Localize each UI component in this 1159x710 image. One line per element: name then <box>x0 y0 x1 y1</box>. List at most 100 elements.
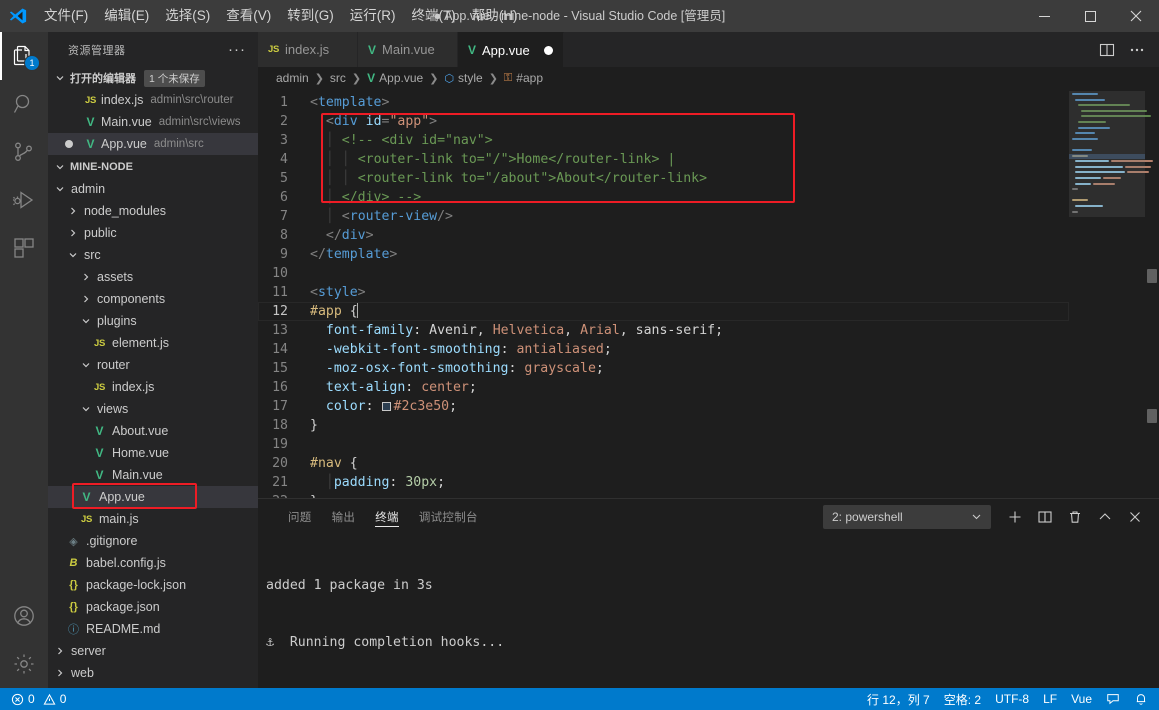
breadcrumb-label: App.vue <box>379 71 424 85</box>
minimize-button[interactable] <box>1021 0 1067 32</box>
close-panel-icon[interactable] <box>1121 503 1149 531</box>
workspace-header[interactable]: MINE-NODE <box>48 156 258 178</box>
open-editors-label: 打开的编辑器 <box>70 73 136 85</box>
menu-help[interactable]: 帮助(H) <box>464 0 526 32</box>
status-eol[interactable]: LF <box>1036 688 1064 710</box>
status-feedback[interactable] <box>1099 688 1127 710</box>
panel-tab-problems[interactable]: 问题 <box>278 499 322 534</box>
breadcrumb[interactable]: admin ❯ src ❯ V App.vue ❯ ⬡ style ❯ ⚿ #a… <box>258 67 1159 89</box>
tree-item-node-modules[interactable]: node_modules <box>48 200 258 222</box>
tab-index-js[interactable]: JS index.js <box>258 32 358 67</box>
editor-scrollbar[interactable] <box>1145 89 1159 498</box>
activity-accounts[interactable] <box>0 592 48 640</box>
activity-settings[interactable] <box>0 640 48 688</box>
menu-file[interactable]: 文件(F) <box>36 0 96 32</box>
line-number: 1 <box>280 95 288 110</box>
open-editor-index-js[interactable]: JS index.js admin\src\router <box>48 89 258 111</box>
sidebar-more-icon[interactable]: ··· <box>228 42 246 57</box>
status-language-mode[interactable]: Vue <box>1064 688 1099 710</box>
activity-explorer[interactable]: 1 <box>0 32 48 80</box>
open-editor-main-vue[interactable]: V Main.vue admin\src\views <box>48 111 258 133</box>
open-editors-header[interactable]: 打开的编辑器 1 个未保存 <box>48 67 258 89</box>
tab-dirty-indicator-icon[interactable] <box>543 45 553 55</box>
status-indentation[interactable]: 空格: 2 <box>937 688 988 710</box>
split-editor-icon[interactable] <box>1093 36 1121 64</box>
menu-selection[interactable]: 选择(S) <box>157 0 218 32</box>
tree-item-label: components <box>97 292 166 306</box>
tree-item-index-js[interactable]: JS index.js <box>48 376 258 398</box>
tree-item-home-vue[interactable]: V Home.vue <box>48 442 258 464</box>
maximize-button[interactable] <box>1067 0 1113 32</box>
tree-item-readme-md[interactable]: ⓘ README.md <box>48 618 258 640</box>
close-button[interactable] <box>1113 0 1159 32</box>
status-problems[interactable]: 0 0 <box>4 688 73 710</box>
menu-run[interactable]: 运行(R) <box>342 0 404 32</box>
open-editor-app-vue[interactable]: V App.vue admin\src <box>48 133 258 155</box>
tree-item-babel-config-js[interactable]: Bbabel.config.js <box>48 552 258 574</box>
breadcrumb-admin[interactable]: admin <box>276 71 309 85</box>
tree-item-main-vue[interactable]: V Main.vue <box>48 464 258 486</box>
tree-item-main-js[interactable]: JS main.js <box>48 508 258 530</box>
menu-bar[interactable]: 文件(F) 编辑(E) 选择(S) 查看(V) 转到(G) 运行(R) 终端(T… <box>36 0 526 32</box>
line-number: 3 <box>280 133 288 148</box>
status-notifications[interactable] <box>1127 688 1155 710</box>
tab-app-vue[interactable]: V App.vue <box>458 32 564 67</box>
minimap[interactable] <box>1069 89 1159 498</box>
new-terminal-icon[interactable] <box>1001 503 1029 531</box>
split-terminal-icon[interactable] <box>1031 503 1059 531</box>
activity-extensions[interactable] <box>0 224 48 272</box>
chevron-right-icon: ❯ <box>429 72 439 85</box>
tree-item-app-vue[interactable]: V App.vue <box>48 483 258 509</box>
vue-file-icon: V <box>86 137 95 151</box>
breadcrumb-src[interactable]: src <box>330 71 346 85</box>
tree-item-package-lock-json[interactable]: {} package-lock.json <box>48 574 258 596</box>
panel-tab-debug-console[interactable]: 调试控制台 <box>409 499 488 534</box>
tree-item-about-vue[interactable]: V About.vue <box>48 420 258 442</box>
tab-main-vue[interactable]: V Main.vue <box>358 32 458 67</box>
status-encoding[interactable]: UTF-8 <box>988 688 1036 710</box>
line-number: 8 <box>280 228 288 243</box>
maximize-panel-icon[interactable] <box>1091 503 1119 531</box>
menu-go[interactable]: 转到(G) <box>279 0 342 32</box>
dirty-indicator-icon[interactable] <box>65 140 73 148</box>
menu-view[interactable]: 查看(V) <box>218 0 279 32</box>
tree-item-web[interactable]: web <box>48 662 258 684</box>
tree-item-element-js[interactable]: JS element.js <box>48 332 258 354</box>
panel-tab-terminal[interactable]: 终端 <box>365 499 409 534</box>
kill-terminal-icon[interactable] <box>1061 503 1089 531</box>
more-actions-icon[interactable] <box>1123 36 1151 64</box>
tree-item-router[interactable]: router <box>48 354 258 376</box>
chevron-right-icon: ❯ <box>351 72 362 85</box>
tree-item-admin[interactable]: admin <box>48 178 258 200</box>
chevron-down-icon <box>52 184 68 194</box>
menu-edit[interactable]: 编辑(E) <box>96 0 157 32</box>
color-swatch[interactable] <box>381 401 391 411</box>
activity-run-debug[interactable] <box>0 176 48 224</box>
tree-item-assets[interactable]: assets <box>48 266 258 288</box>
panel-tab-output[interactable]: 输出 <box>322 499 366 534</box>
tree-item-views[interactable]: views <box>48 398 258 420</box>
chevron-down-icon <box>52 73 68 83</box>
terminal-select[interactable]: 2: powershell <box>823 504 991 529</box>
menu-terminal[interactable]: 终端(T) <box>404 0 464 32</box>
tree-item-label: main.js <box>99 512 139 526</box>
tree-item-public[interactable]: public <box>48 222 258 244</box>
chevron-down-icon <box>52 162 68 172</box>
code-scroll-area[interactable]: 1 <template> 2 <div id="app"> 3 │ <!-- <div… <box>258 89 1069 498</box>
breadcrumb-app-vue[interactable]: V App.vue <box>367 71 423 85</box>
status-cursor-position[interactable]: 行 12，列 7 <box>860 688 937 710</box>
activity-source-control[interactable] <box>0 128 48 176</box>
window-controls[interactable] <box>1021 0 1159 32</box>
terminal-output[interactable]: added 1 package in 3s ⚓ Running completi… <box>258 534 1159 688</box>
tree-item-server[interactable]: server <box>48 640 258 662</box>
breadcrumb-app-selector[interactable]: ⚿ #app <box>504 71 543 85</box>
tree-item-plugins[interactable]: plugins <box>48 310 258 332</box>
source-code[interactable]: 1 <template> 2 <div id="app"> 3 │ <!-- <div… <box>258 89 1069 498</box>
tree-item-package-json[interactable]: {} package.json <box>48 596 258 618</box>
activity-search[interactable] <box>0 80 48 128</box>
tree-item-components[interactable]: components <box>48 288 258 310</box>
breadcrumb-style[interactable]: ⬡ style <box>444 71 482 85</box>
code-editor[interactable]: 1 <template> 2 <div id="app"> 3 │ <!-- <div… <box>258 89 1159 498</box>
tree-item-gitignore[interactable]: ◈ .gitignore <box>48 530 258 552</box>
tree-item-src[interactable]: src <box>48 244 258 266</box>
